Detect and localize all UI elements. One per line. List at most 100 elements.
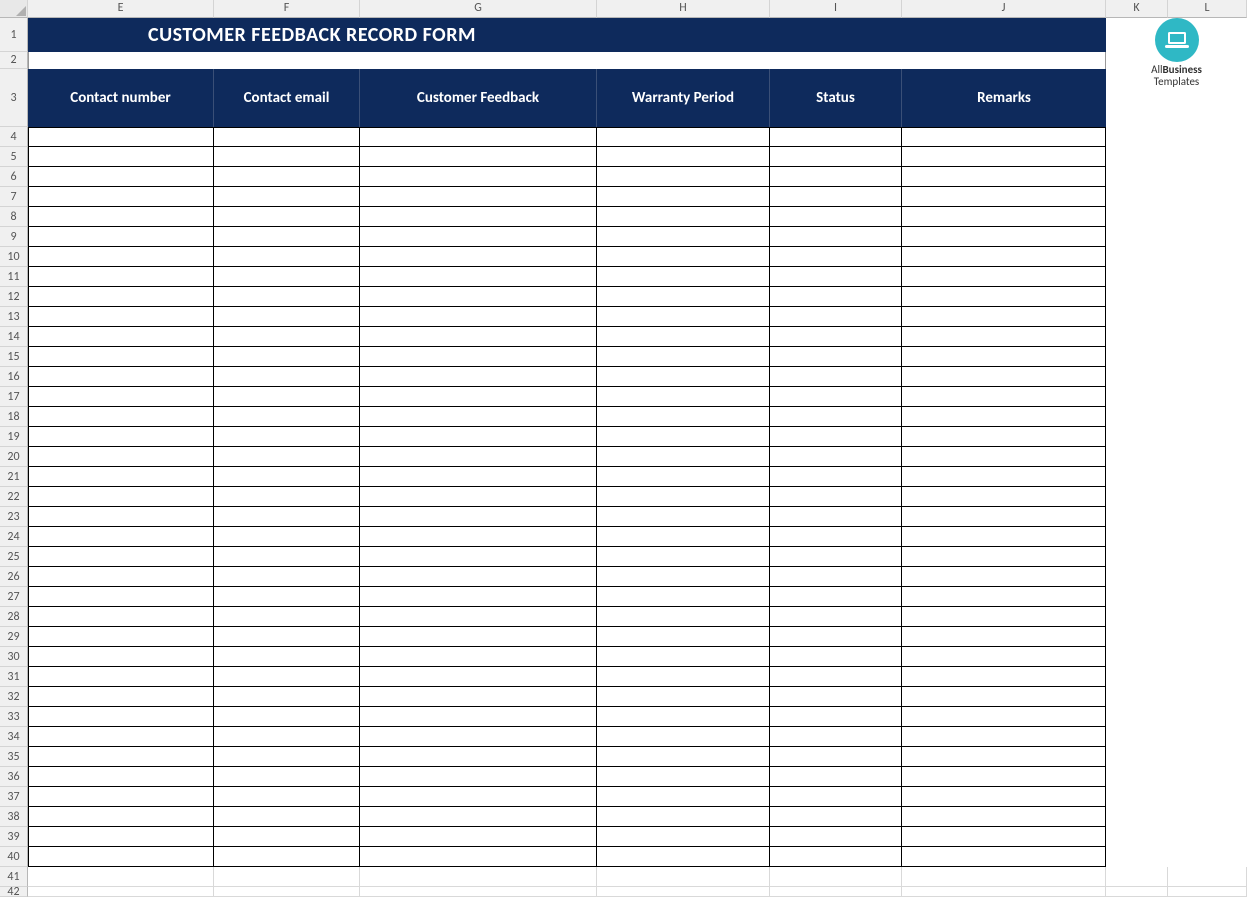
cell[interactable] bbox=[1168, 687, 1247, 707]
data-cell[interactable] bbox=[214, 487, 360, 507]
row-header-18[interactable]: 18 bbox=[0, 407, 28, 427]
data-cell[interactable] bbox=[214, 627, 360, 647]
cell[interactable] bbox=[1106, 727, 1168, 747]
data-cell[interactable] bbox=[770, 767, 902, 787]
column-header-L[interactable]: L bbox=[1168, 0, 1247, 18]
cell[interactable] bbox=[1106, 547, 1168, 567]
data-cell[interactable] bbox=[214, 327, 360, 347]
data-cell[interactable] bbox=[214, 267, 360, 287]
data-cell[interactable] bbox=[597, 827, 770, 847]
cell[interactable] bbox=[1168, 427, 1247, 447]
cell[interactable] bbox=[1168, 647, 1247, 667]
data-cell[interactable] bbox=[770, 267, 902, 287]
data-cell[interactable] bbox=[770, 527, 902, 547]
data-cell[interactable] bbox=[597, 467, 770, 487]
row-header-12[interactable]: 12 bbox=[0, 287, 28, 307]
data-cell[interactable] bbox=[214, 187, 360, 207]
data-cell[interactable] bbox=[770, 487, 902, 507]
row-header-4[interactable]: 4 bbox=[0, 127, 28, 147]
data-cell[interactable] bbox=[360, 767, 597, 787]
data-cell[interactable] bbox=[597, 727, 770, 747]
cell[interactable] bbox=[1106, 147, 1168, 167]
data-cell[interactable] bbox=[770, 127, 902, 147]
cell[interactable] bbox=[1168, 547, 1247, 567]
data-cell[interactable] bbox=[902, 467, 1106, 487]
data-cell[interactable] bbox=[360, 707, 597, 727]
column-header-H[interactable]: H bbox=[597, 0, 770, 18]
row-header-33[interactable]: 33 bbox=[0, 707, 28, 727]
row-header-9[interactable]: 9 bbox=[0, 227, 28, 247]
data-cell[interactable] bbox=[214, 827, 360, 847]
data-cell[interactable] bbox=[597, 687, 770, 707]
data-cell[interactable] bbox=[360, 207, 597, 227]
cell[interactable] bbox=[1106, 427, 1168, 447]
data-cell[interactable] bbox=[770, 227, 902, 247]
data-cell[interactable] bbox=[360, 647, 597, 667]
cell[interactable] bbox=[1168, 727, 1247, 747]
data-cell[interactable] bbox=[770, 667, 902, 687]
data-cell[interactable] bbox=[360, 547, 597, 567]
data-cell[interactable] bbox=[770, 607, 902, 627]
data-cell[interactable] bbox=[770, 247, 902, 267]
data-cell[interactable] bbox=[770, 167, 902, 187]
data-cell[interactable] bbox=[214, 247, 360, 267]
cell[interactable] bbox=[1168, 747, 1247, 767]
data-cell[interactable] bbox=[214, 767, 360, 787]
data-cell[interactable] bbox=[214, 287, 360, 307]
row-header-19[interactable]: 19 bbox=[0, 427, 28, 447]
data-cell[interactable] bbox=[360, 187, 597, 207]
cell[interactable] bbox=[1168, 187, 1247, 207]
cell[interactable] bbox=[770, 887, 902, 897]
data-cell[interactable] bbox=[770, 347, 902, 367]
row-header-2[interactable]: 2 bbox=[0, 52, 28, 69]
cell[interactable] bbox=[1168, 807, 1247, 827]
cell[interactable] bbox=[28, 887, 214, 897]
data-cell[interactable] bbox=[902, 407, 1106, 427]
row-header-32[interactable]: 32 bbox=[0, 687, 28, 707]
data-cell[interactable] bbox=[770, 747, 902, 767]
data-cell[interactable] bbox=[770, 587, 902, 607]
data-cell[interactable] bbox=[770, 447, 902, 467]
column-header-I[interactable]: I bbox=[770, 0, 902, 18]
cell[interactable] bbox=[1168, 247, 1247, 267]
row-header-1[interactable]: 1 bbox=[0, 18, 28, 52]
data-cell[interactable] bbox=[28, 547, 214, 567]
data-cell[interactable] bbox=[28, 187, 214, 207]
cell[interactable] bbox=[1106, 507, 1168, 527]
row-header-35[interactable]: 35 bbox=[0, 747, 28, 767]
row-header-8[interactable]: 8 bbox=[0, 207, 28, 227]
data-cell[interactable] bbox=[360, 747, 597, 767]
data-cell[interactable] bbox=[28, 127, 214, 147]
column-header-J[interactable]: J bbox=[902, 0, 1106, 18]
data-cell[interactable] bbox=[28, 487, 214, 507]
cell[interactable] bbox=[1168, 267, 1247, 287]
data-cell[interactable] bbox=[902, 307, 1106, 327]
data-cell[interactable] bbox=[597, 287, 770, 307]
data-cell[interactable] bbox=[902, 587, 1106, 607]
data-cell[interactable] bbox=[360, 287, 597, 307]
data-cell[interactable] bbox=[214, 207, 360, 227]
data-cell[interactable] bbox=[770, 547, 902, 567]
data-cell[interactable] bbox=[770, 627, 902, 647]
row-header-37[interactable]: 37 bbox=[0, 787, 28, 807]
data-cell[interactable] bbox=[28, 807, 214, 827]
data-cell[interactable] bbox=[770, 847, 902, 867]
data-cell[interactable] bbox=[28, 767, 214, 787]
data-cell[interactable] bbox=[28, 607, 214, 627]
data-cell[interactable] bbox=[902, 187, 1106, 207]
data-cell[interactable] bbox=[360, 487, 597, 507]
cell[interactable] bbox=[1106, 347, 1168, 367]
data-cell[interactable] bbox=[770, 327, 902, 347]
row-header-27[interactable]: 27 bbox=[0, 587, 28, 607]
data-cell[interactable] bbox=[902, 367, 1106, 387]
data-cell[interactable] bbox=[902, 707, 1106, 727]
cell[interactable] bbox=[1106, 607, 1168, 627]
cell[interactable] bbox=[1168, 127, 1247, 147]
cell[interactable] bbox=[1106, 527, 1168, 547]
cell[interactable] bbox=[1168, 507, 1247, 527]
data-cell[interactable] bbox=[770, 407, 902, 427]
data-cell[interactable] bbox=[597, 667, 770, 687]
data-cell[interactable] bbox=[214, 467, 360, 487]
data-cell[interactable] bbox=[28, 167, 214, 187]
row-header-5[interactable]: 5 bbox=[0, 147, 28, 167]
